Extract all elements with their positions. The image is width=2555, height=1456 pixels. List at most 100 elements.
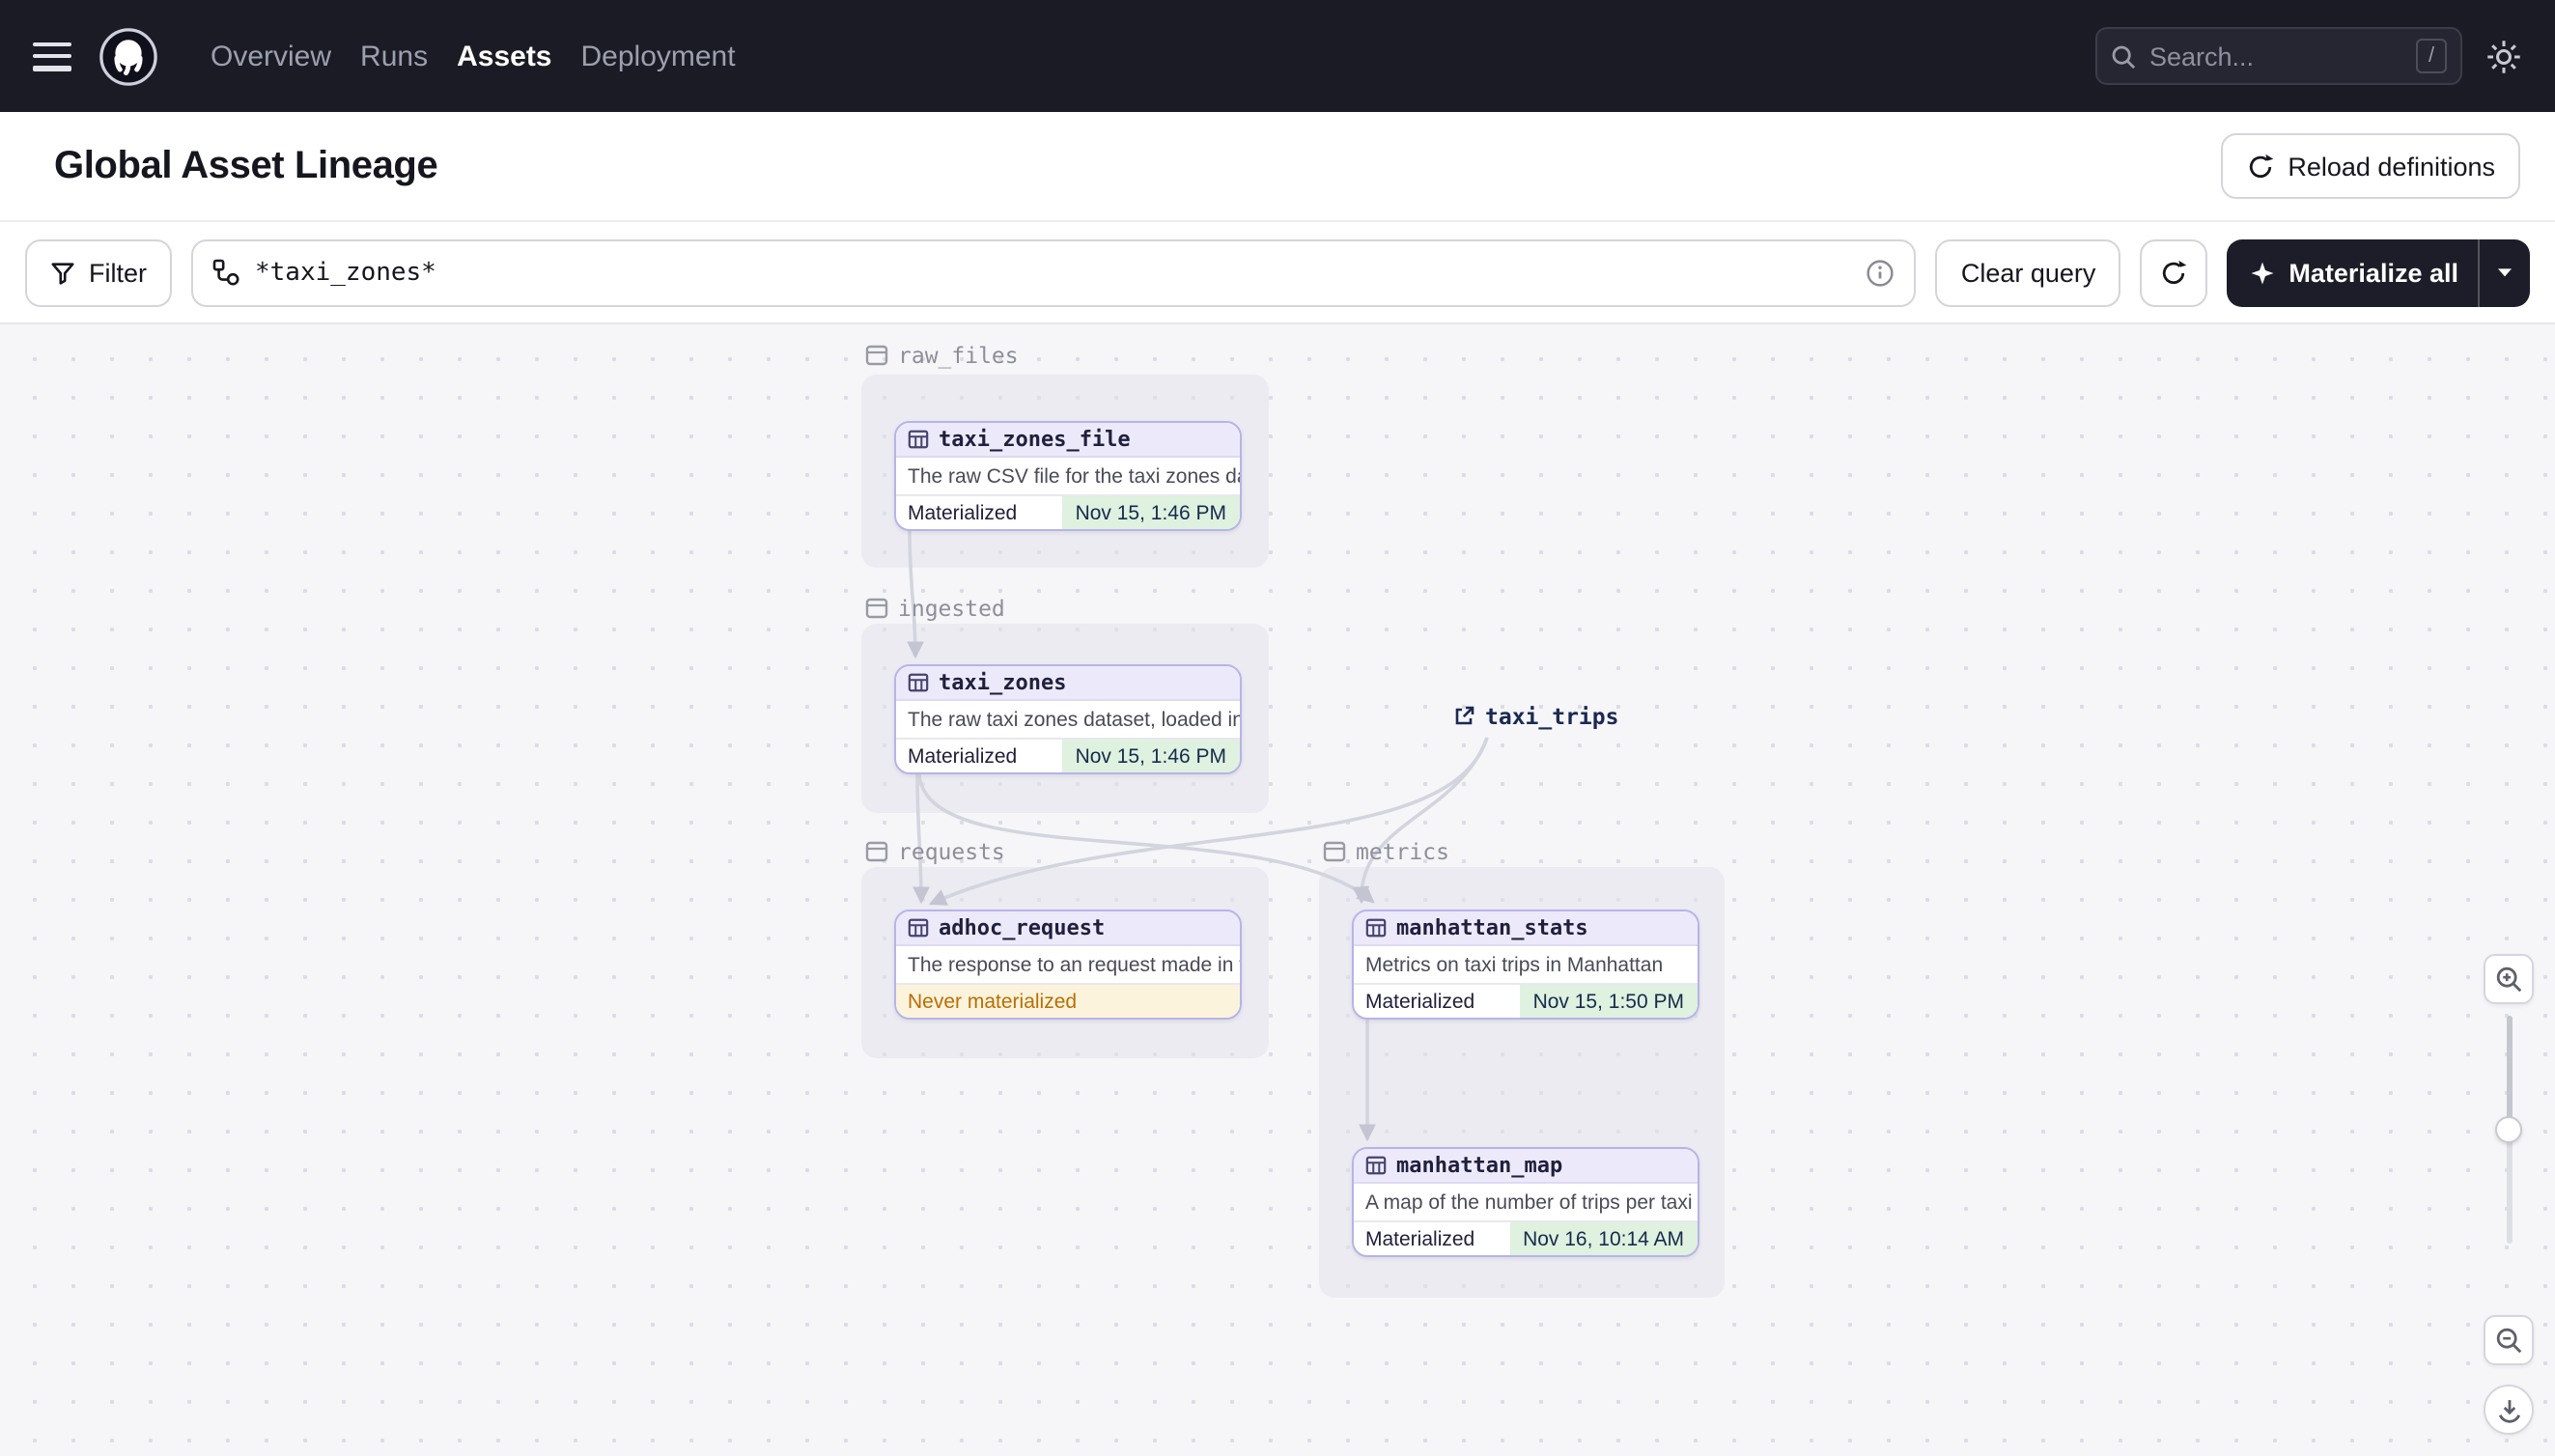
asset-node-header: manhattan_map [1354,1149,1698,1184]
lineage-canvas[interactable]: raw_files ingested requests metrics taxi… [0,324,2555,1456]
external-asset-name: taxi_trips [1485,703,1619,730]
primary-nav: Overview Runs Assets Deployment [211,40,736,72]
nav-item-overview[interactable]: Overview [211,40,331,72]
zoom-in-icon [2494,965,2523,994]
external-link-icon [1452,705,1475,728]
asset-description: A map of the number of trips per taxi z.… [1354,1184,1698,1222]
refresh-lineage-button[interactable] [2140,238,2208,306]
zoom-slider-track-filled [2506,1016,2512,1130]
zoom-out-button[interactable] [2484,1315,2534,1365]
info-icon[interactable] [1867,258,1895,287]
nav-item-deployment[interactable]: Deployment [581,40,736,72]
status-label: Never materialized [908,990,1078,1013]
table-icon [908,429,929,450]
zoom-in-button[interactable] [2484,954,2534,1004]
asset-status-row: Materialized Nov 15, 1:46 PM [896,496,1240,529]
asset-node-header: taxi_zones_file [896,423,1240,458]
table-icon [908,917,929,938]
asset-description: The raw taxi zones dataset, loaded int..… [896,701,1240,740]
asset-node-taxi_zones_file[interactable]: taxi_zones_file The raw CSV file for the… [894,421,1242,531]
status-label: Materialized [1365,990,1475,1013]
hamburger-menu-icon[interactable] [33,42,71,70]
asset-node-taxi_zones[interactable]: taxi_zones The raw taxi zones dataset, l… [894,664,1242,774]
asset-selection-input[interactable] [191,238,1917,306]
group-icon [865,597,888,620]
materialize-all-button[interactable]: Materialize all [2227,238,2478,306]
asset-node-manhattan_stats[interactable]: manhattan_stats Metrics on taxi trips in… [1352,910,1699,1020]
global-search[interactable]: / [2095,27,2462,85]
asset-name: taxi_zones [939,670,1067,695]
group-icon [865,840,888,863]
asset-status-row: Never materialized [896,985,1240,1018]
asset-description: Metrics on taxi trips in Manhattan [1354,946,1698,985]
asset-name: manhattan_stats [1396,915,1588,940]
asset-selection-value[interactable] [255,258,1851,287]
materialize-all-label: Materialize all [2288,258,2458,287]
status-label: Materialized [908,501,1018,524]
asset-status-row: Materialized Nov 16, 10:14 AM [1354,1222,1698,1255]
asset-node-adhoc_request[interactable]: adhoc_request The response to an request… [894,910,1242,1020]
asset-name: manhattan_map [1396,1153,1563,1178]
filter-funnel-icon [50,260,75,285]
sparkle-icon [2250,260,2275,285]
zoom-out-icon [2494,1326,2523,1355]
zoom-slider-handle[interactable] [2495,1116,2522,1143]
group-name: requests [898,838,1005,865]
search-icon [2111,43,2136,69]
top-nav: Overview Runs Assets Deployment / [0,0,2555,112]
asset-node-manhattan_map[interactable]: manhattan_map A map of the number of tri… [1352,1147,1699,1257]
asset-status-row: Materialized Nov 15, 1:46 PM [896,740,1240,772]
materialization-timestamp: Nov 15, 1:46 PM [1061,496,1240,529]
asset-name: adhoc_request [939,915,1106,940]
group-name: ingested [898,595,1005,622]
clear-query-button[interactable]: Clear query [1935,238,2121,306]
group-label-requests[interactable]: requests [865,838,1005,865]
group-label-ingested[interactable]: ingested [865,595,1005,622]
group-label-raw_files[interactable]: raw_files [865,342,1019,369]
group-icon [1323,840,1346,863]
group-name: raw_files [898,342,1019,369]
selection-syntax-icon [212,259,239,286]
filter-button-label: Filter [89,258,147,287]
asset-name: taxi_zones_file [939,427,1131,452]
page-title: Global Asset Lineage [54,144,438,186]
app-root: Overview Runs Assets Deployment / Global… [0,0,2555,1456]
materialization-timestamp: Nov 15, 1:46 PM [1061,740,1240,772]
external-asset-taxi_trips[interactable]: taxi_trips [1452,703,1619,730]
reload-definitions-button[interactable]: Reload definitions [2220,133,2520,199]
download-view-button[interactable] [2484,1385,2534,1435]
table-icon [908,672,929,693]
materialize-all-split-button: Materialize all [2227,238,2530,306]
clear-query-label: Clear query [1960,258,2096,287]
zoom-slider[interactable] [2484,1016,2534,1244]
group-label-metrics[interactable]: metrics [1323,838,1449,865]
lineage-edges [906,530,1489,1142]
table-icon [1365,917,1387,938]
group-icon [865,344,888,367]
refresh-icon [2159,258,2188,287]
materialization-timestamp: Nov 16, 10:14 AM [1509,1222,1698,1255]
materialization-timestamp: Nov 15, 1:50 PM [1519,985,1698,1018]
search-shortcut-badge: / [2416,39,2447,73]
lineage-toolbar: Filter Clear query Materialize all [0,222,2555,324]
materialize-options-button[interactable] [2478,238,2530,306]
filter-button[interactable]: Filter [25,238,172,306]
asset-status-row: Materialized Nov 15, 1:50 PM [1354,985,1698,1018]
table-icon [1365,1155,1387,1176]
group-name: metrics [1356,838,1449,865]
asset-node-header: taxi_zones [896,666,1240,701]
asset-node-header: manhattan_stats [1354,911,1698,946]
dagster-logo-icon[interactable] [97,25,158,87]
gear-icon[interactable] [2485,38,2522,74]
download-icon [2494,1395,2523,1424]
status-label: Materialized [1365,1227,1475,1250]
nav-item-runs[interactable]: Runs [360,40,428,72]
status-label: Materialized [908,744,1018,768]
asset-node-header: adhoc_request [896,911,1240,946]
search-input[interactable] [2149,42,2402,70]
page-header: Global Asset Lineage Reload definitions [0,112,2555,222]
asset-description: The raw CSV file for the taxi zones dat.… [896,458,1240,496]
chevron-down-icon [2495,263,2514,282]
nav-item-assets[interactable]: Assets [457,40,551,72]
asset-description: The response to an request made in th... [896,946,1240,985]
